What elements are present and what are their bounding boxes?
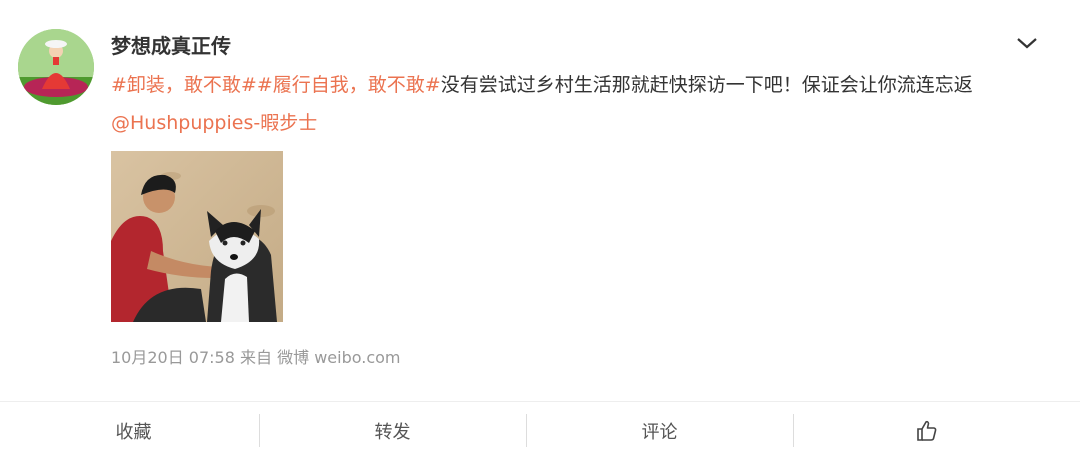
comment-label: 评论 [641, 421, 678, 443]
chevron-down-icon[interactable] [1014, 33, 1040, 53]
action-bar: 收藏 转发 评论 [0, 401, 1080, 459]
post-body-text: 没有尝试过乡村生活那就赶快探访一下吧！保证会让你流连忘返 [440, 74, 973, 96]
post-timestamp[interactable]: 10月20日 07:58 [111, 348, 235, 367]
avatar[interactable] [18, 29, 94, 105]
thumbs-up-icon [916, 420, 936, 441]
comment-button[interactable]: 评论 [526, 402, 793, 459]
source-link[interactable]: 微博 weibo.com [277, 348, 400, 367]
post-meta: 10月20日 07:58 来自 微博 weibo.com [111, 344, 401, 368]
like-button[interactable] [793, 402, 1060, 459]
source-from-label: 来自 [240, 348, 273, 367]
mention-link[interactable]: @Hushpuppies-暇步士 [111, 112, 317, 134]
post-text: #卸装，敢不敢##履行自我，敢不敢#没有尝试过乡村生活那就赶快探访一下吧！保证会… [111, 66, 1031, 142]
favorite-button[interactable]: 收藏 [0, 402, 267, 459]
repost-label: 转发 [374, 421, 411, 443]
username[interactable]: 梦想成真正传 [111, 30, 231, 59]
repost-button[interactable]: 转发 [259, 402, 526, 459]
hashtag-link[interactable]: #履行自我，敢不敢# [257, 74, 441, 96]
hashtag-link[interactable]: #卸装，敢不敢# [111, 74, 257, 96]
favorite-label: 收藏 [115, 421, 152, 443]
weibo-post-card: 梦想成真正传 #卸装，敢不敢##履行自我，敢不敢#没有尝试过乡村生活那就赶快探访… [0, 0, 1080, 459]
photo-man-with-husky [111, 151, 283, 322]
avatar-image [18, 29, 94, 105]
post-photo[interactable] [111, 151, 283, 322]
